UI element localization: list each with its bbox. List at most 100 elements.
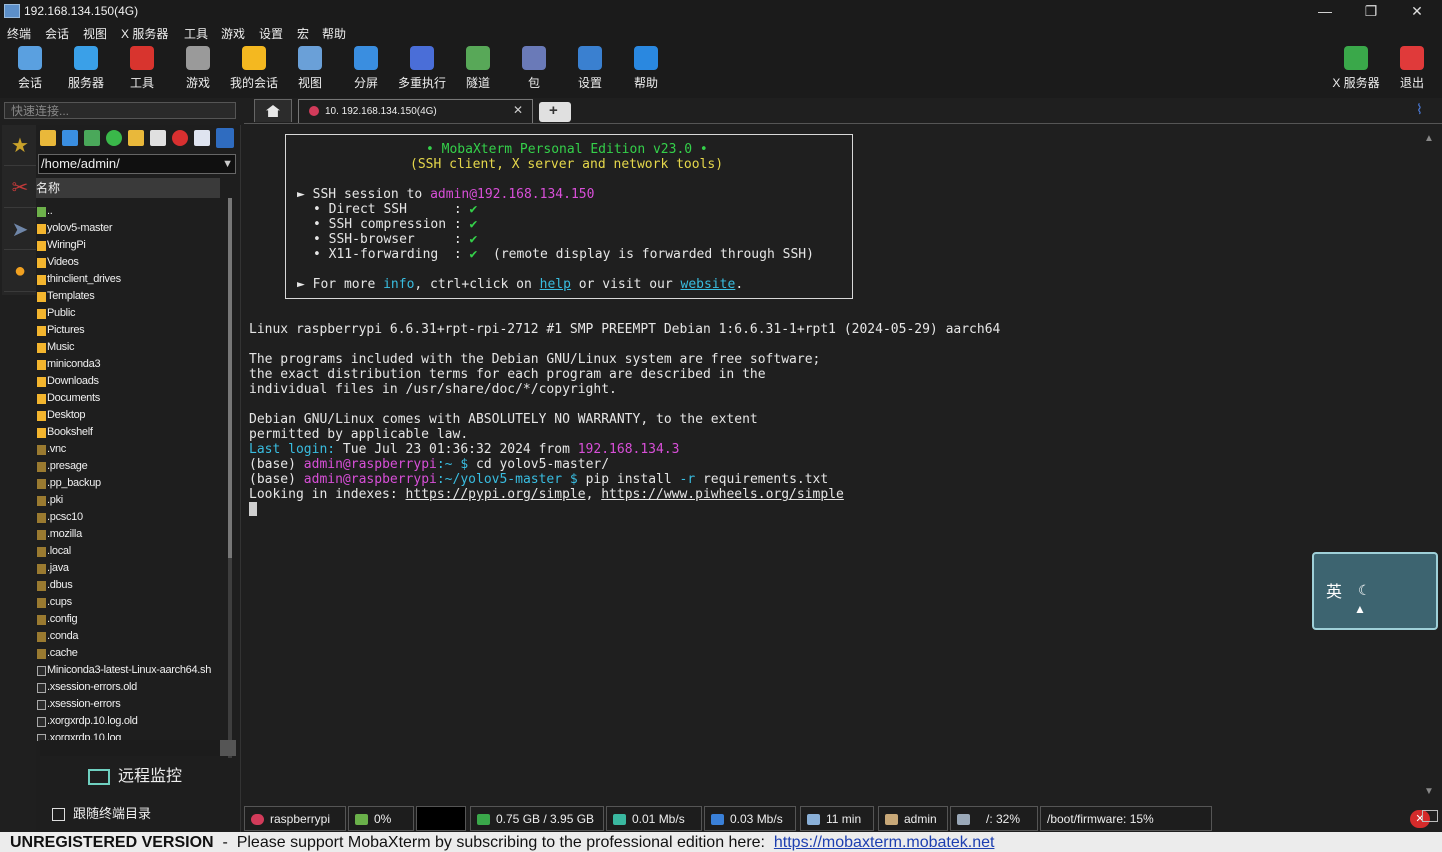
help-button[interactable]: 帮助 bbox=[618, 46, 674, 91]
sidebar-tab-tools[interactable]: ✂ bbox=[4, 167, 36, 208]
file-row[interactable]: .pp_backup bbox=[36, 475, 228, 492]
file-row[interactable]: .pki bbox=[36, 492, 228, 509]
new-folder-icon[interactable] bbox=[128, 130, 144, 146]
rename-icon[interactable] bbox=[194, 130, 210, 146]
file-row[interactable]: Bookshelf bbox=[36, 424, 228, 441]
folder-icon bbox=[37, 496, 46, 506]
menu-help[interactable]: 帮助 bbox=[322, 25, 346, 42]
tab-session[interactable]: 10. 192.168.134.150(4G) ✕ bbox=[298, 99, 533, 123]
new-tab-button[interactable]: + bbox=[539, 102, 571, 122]
upload-icon[interactable] bbox=[84, 130, 100, 146]
session-button[interactable]: 会话 bbox=[2, 46, 58, 91]
help-link[interactable]: help bbox=[540, 277, 571, 292]
view-button[interactable]: 视图 bbox=[282, 46, 338, 91]
file-row[interactable]: Templates bbox=[36, 288, 228, 305]
chevron-down-icon[interactable]: ▼ bbox=[222, 155, 233, 173]
split-button[interactable]: 分屏 bbox=[338, 46, 394, 91]
menu-sessions[interactable]: 会话 bbox=[45, 25, 69, 42]
scroll-down-icon[interactable]: ▼ bbox=[1424, 786, 1434, 797]
download-icon[interactable] bbox=[62, 130, 78, 146]
menu-view[interactable]: 视图 bbox=[83, 25, 107, 42]
file-row[interactable]: .presage bbox=[36, 458, 228, 475]
servers-button[interactable]: 服务器 bbox=[58, 46, 114, 91]
sidebar-tab-sftp[interactable]: ➤ bbox=[4, 209, 36, 250]
menu-tools[interactable]: 工具 bbox=[184, 25, 208, 42]
file-row[interactable]: Public bbox=[36, 305, 228, 322]
remote-monitor-button[interactable]: 远程监控 bbox=[88, 762, 182, 786]
close-button[interactable]: ✕ bbox=[1394, 0, 1440, 22]
mobatek-link[interactable]: https://mobaxterm.mobatek.net bbox=[774, 834, 995, 851]
file-list-scroll-thumb[interactable] bbox=[228, 198, 232, 558]
my-sessions-button[interactable]: 我的会话 bbox=[226, 46, 282, 91]
hscroll-thumb[interactable] bbox=[220, 740, 236, 756]
file-row[interactable]: Downloads bbox=[36, 373, 228, 390]
file-row[interactable]: .java bbox=[36, 560, 228, 577]
parent-folder-icon[interactable] bbox=[40, 130, 56, 146]
home-tab[interactable] bbox=[254, 99, 292, 122]
file-row[interactable]: .cups bbox=[36, 594, 228, 611]
file-row[interactable]: .xsession-errors.old bbox=[36, 679, 228, 696]
file-row[interactable]: .mozilla bbox=[36, 526, 228, 543]
piwheels-link[interactable]: https://www.piwheels.org/simple bbox=[601, 487, 844, 502]
file-row[interactable]: .xsession-errors bbox=[36, 696, 228, 713]
file-row[interactable]: .conda bbox=[36, 628, 228, 645]
ime-widget[interactable]: 英 ☾ ▲ bbox=[1312, 552, 1438, 630]
games-button[interactable]: 游戏 bbox=[170, 46, 226, 91]
attach-icon[interactable]: ⌇ bbox=[1416, 101, 1423, 118]
packages-button[interactable]: 包 bbox=[506, 46, 562, 91]
info-link[interactable]: info bbox=[383, 277, 414, 292]
terminal-scrollbar[interactable]: ▲ ▼ bbox=[1420, 125, 1438, 805]
file-row[interactable]: .config bbox=[36, 611, 228, 628]
follow-terminal-checkbox[interactable]: 跟随终端目录 bbox=[52, 803, 151, 822]
file-list-hscrollbar[interactable] bbox=[40, 740, 236, 756]
file-row[interactable]: .xorgxrdp.10.log.old bbox=[36, 713, 228, 730]
website-link[interactable]: website bbox=[681, 277, 736, 292]
path-input[interactable]: /home/admin/ ▼ bbox=[38, 154, 236, 174]
file-row[interactable]: WiringPi bbox=[36, 237, 228, 254]
settings-button[interactable]: 设置 bbox=[562, 46, 618, 91]
file-row[interactable]: Documents bbox=[36, 390, 228, 407]
pypi-link[interactable]: https://pypi.org/simple bbox=[406, 487, 586, 502]
file-row[interactable]: .local bbox=[36, 543, 228, 560]
file-row[interactable]: Music bbox=[36, 339, 228, 356]
file-row[interactable]: Pictures bbox=[36, 322, 228, 339]
tunneling-button[interactable]: 隧道 bbox=[450, 46, 506, 91]
xserver-button[interactable]: X 服务器 bbox=[1328, 46, 1384, 91]
fullscreen-icon[interactable] bbox=[1422, 810, 1438, 822]
permissions-icon[interactable] bbox=[216, 128, 234, 148]
feature-x11-forwarding: • X11-forwarding : ✔ (remote display is … bbox=[313, 247, 814, 262]
menu-terminal[interactable]: 终端 bbox=[7, 25, 31, 42]
refresh-icon[interactable] bbox=[106, 130, 122, 146]
file-row[interactable]: .vnc bbox=[36, 441, 228, 458]
menu-games[interactable]: 游戏 bbox=[221, 25, 245, 42]
file-row[interactable]: Miniconda3-latest-Linux-aarch64.sh bbox=[36, 662, 228, 679]
tools-icon bbox=[130, 46, 154, 70]
quick-connect-input[interactable]: 快速连接... bbox=[4, 102, 236, 119]
sidebar-tab-macros[interactable]: ● bbox=[4, 251, 36, 292]
sidebar-tab-sessions[interactable]: ★ bbox=[4, 125, 36, 166]
column-header-name[interactable]: 名称 bbox=[36, 178, 220, 198]
scroll-up-icon[interactable]: ▲ bbox=[1424, 133, 1434, 144]
minimize-button[interactable]: — bbox=[1302, 0, 1348, 22]
delete-icon[interactable] bbox=[172, 130, 188, 146]
file-row[interactable]: Videos bbox=[36, 254, 228, 271]
file-row[interactable]: .pcsc10 bbox=[36, 509, 228, 526]
maximize-button[interactable]: ❐ bbox=[1348, 0, 1394, 22]
tools-button[interactable]: 工具 bbox=[114, 46, 170, 91]
menu-macros[interactable]: 宏 bbox=[297, 25, 309, 42]
file-row[interactable]: yolov5-master bbox=[36, 220, 228, 237]
exit-button[interactable]: 退出 bbox=[1384, 46, 1440, 91]
file-row[interactable]: .dbus bbox=[36, 577, 228, 594]
menu-settings[interactable]: 设置 bbox=[259, 25, 283, 42]
file-row[interactable]: miniconda3 bbox=[36, 356, 228, 373]
feature-direct-ssh: • Direct SSH : ✔ bbox=[313, 202, 478, 217]
menu-xserver[interactable]: X 服务器 bbox=[121, 25, 168, 42]
file-row[interactable]: thinclient_drives bbox=[36, 271, 228, 288]
file-row[interactable]: Desktop bbox=[36, 407, 228, 424]
file-row[interactable]: .cache bbox=[36, 645, 228, 662]
new-file-icon[interactable] bbox=[150, 130, 166, 146]
multiexec-button[interactable]: 多重执行 bbox=[394, 46, 450, 91]
file-row[interactable]: .. bbox=[36, 203, 228, 220]
more-info-line: ► For more info, ctrl+click on help or v… bbox=[297, 277, 744, 292]
tab-close-icon[interactable]: ✕ bbox=[513, 103, 523, 117]
